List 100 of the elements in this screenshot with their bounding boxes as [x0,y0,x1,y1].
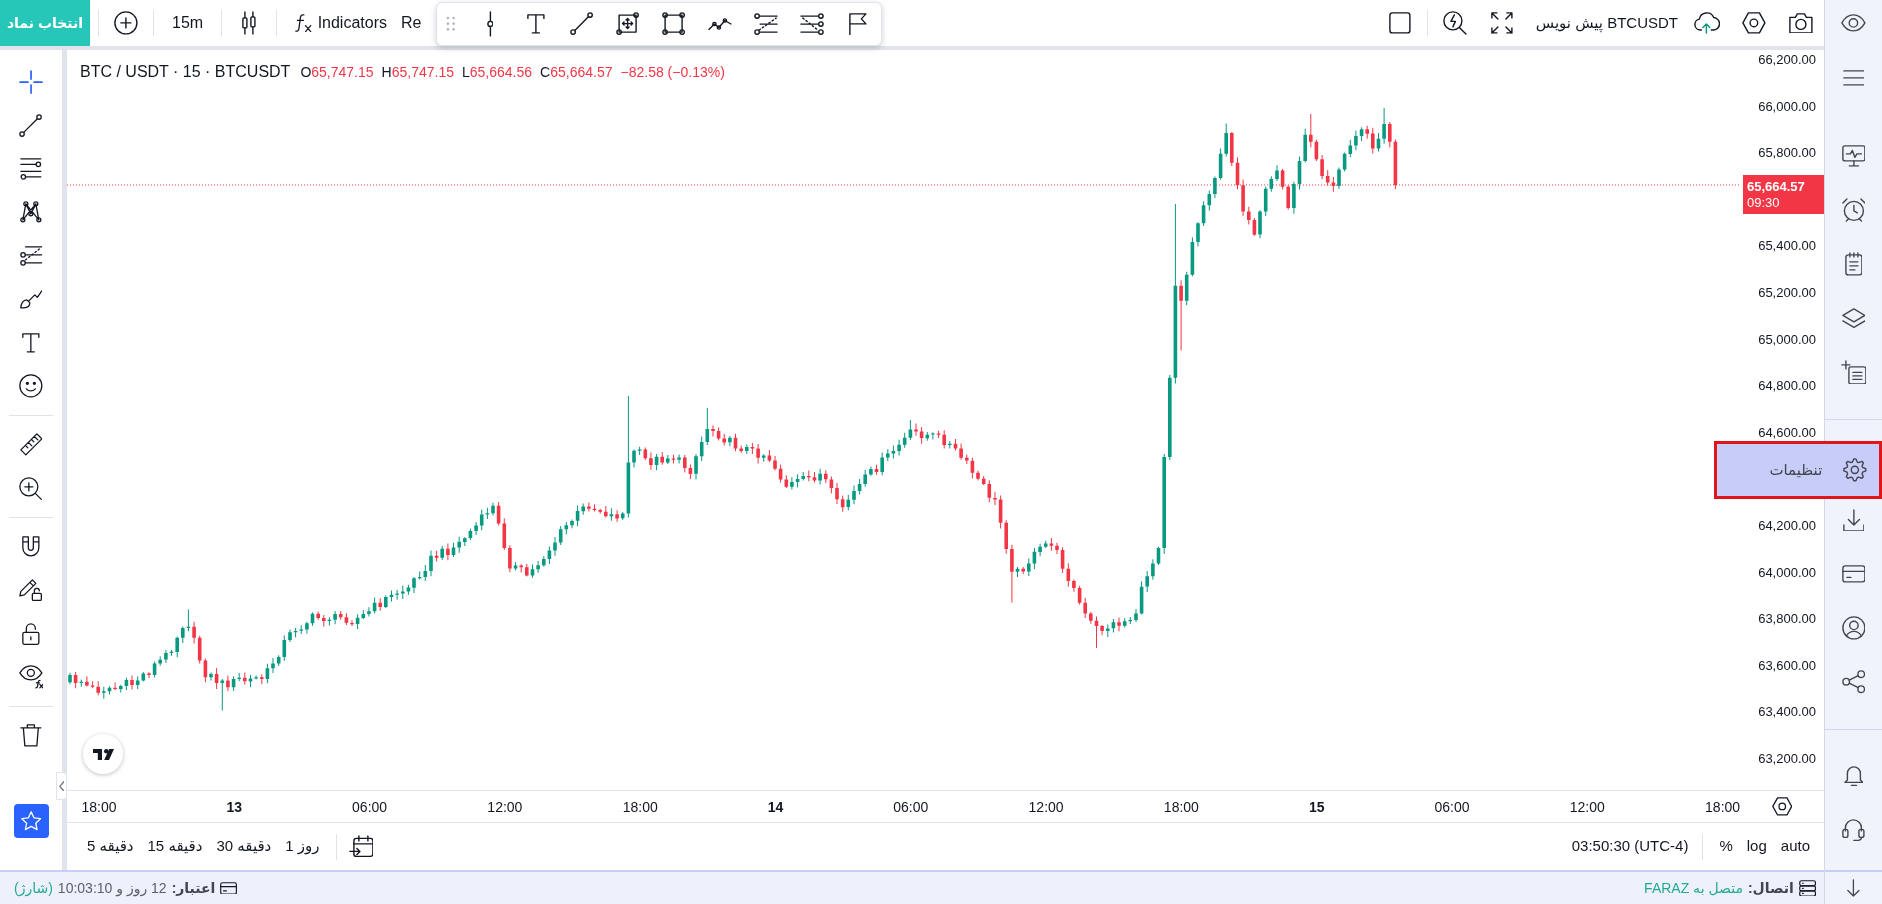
timezone-clock: 03:50:30 (UTC-4) [1570,836,1690,857]
timeframe-button[interactable]: 5 دقیقه [81,832,140,861]
cloud-upload-icon [1693,12,1721,34]
ohlc-value: 65,747.15 [391,62,454,82]
arrow-down-icon [1847,879,1860,897]
camera-icon [1789,12,1813,34]
scale-option-button[interactable]: % [1713,832,1739,861]
alarm-clock-icon [1841,198,1866,222]
price-axis-label: 65,800.00 [1758,146,1816,161]
fullscreen-icon [1490,12,1513,34]
date-axis-label: 14 [767,797,784,816]
text-tool-icon [527,14,545,34]
ohlc-label: H [381,62,392,82]
headset-icon [1842,818,1865,842]
rectangle-icon [662,12,686,36]
ohlc-value: 65,664.56 [469,62,533,82]
server-icon [1798,879,1816,897]
time-axis-label: 06:00 [1434,797,1470,816]
eye-icon [1841,14,1866,32]
price-axis-label: 64,800.00 [1758,379,1816,394]
interval-button[interactable]: 15m [162,4,214,42]
bell-icon [1843,765,1864,787]
price-axis-label: 65,400.00 [1758,239,1816,254]
axis-settings-button[interactable] [1769,795,1795,818]
plus-circle-icon [114,11,138,35]
calendar-arrow-icon [348,835,374,858]
settings-icon [1843,458,1867,482]
grip-icon[interactable] [446,16,456,32]
ohlc-label: O [300,62,312,82]
scale-option-button[interactable]: auto [1774,832,1816,861]
price-axis-label: 64,600.00 [1758,425,1816,440]
price-axis-label: 66,000.00 [1758,99,1816,114]
download-icon [1842,508,1865,532]
user-icon [1841,616,1866,640]
chart-logo-icon [83,734,123,774]
time-axis-label: 18:00 [1705,797,1741,816]
notepad-icon [1844,252,1863,276]
candlestick-icon [242,11,256,35]
go-to-date-button[interactable] [346,833,376,860]
price-axis-label: 65,000.00 [1758,332,1816,347]
star-icon [20,811,42,831]
ohlc-value: 65,747.15 [311,62,374,82]
indicators-button[interactable]: Indicators [285,4,395,42]
connection-value: متصل به FARAZ [1644,878,1743,898]
card-icon [1841,565,1866,583]
bar-countdown-text: 09:30 [1747,194,1781,211]
last-price-text: 65,664.57 [1747,178,1806,195]
credit-label: اعتبار: [171,878,216,898]
level-lines-icon [754,12,778,36]
price-axis-label: 63,200.00 [1758,752,1816,766]
lightning-search-icon [1442,11,1467,35]
date-axis-label: 13 [226,797,243,816]
hexagon-icon [1742,12,1766,34]
favorites-button[interactable] [13,804,49,838]
collapse-button[interactable] [56,772,67,800]
timeframe-button[interactable]: 30 دقیقه [210,832,278,861]
ohlc-value: 65,664.57 [550,62,613,82]
time-axis-label: 06:00 [893,797,929,816]
chevron-left-icon [58,780,65,792]
timeframe-button[interactable]: 15 دقیقه [141,832,209,861]
price-axis-label: 63,800.00 [1758,612,1816,627]
timeframe-button[interactable]: 1 روز [279,832,326,861]
menu-icon [1842,70,1865,86]
monitor-pulse-icon [1841,145,1866,167]
function-icon [295,13,312,33]
card-icon [220,881,238,895]
time-axis-label: 12:00 [487,797,523,816]
time-axis-label: 12:00 [1569,797,1605,816]
date-axis-label: 15 [1308,797,1325,816]
time-axis-label: 18:00 [1163,797,1199,816]
fan-lines-icon [800,12,824,36]
credit-value: 12 روز و 10:03:10 [57,878,167,899]
price-axis-label: 63,600.00 [1758,658,1816,673]
symbol-title: BTC / USDT · 15 · BTCUSDT [80,62,291,82]
price-axis-label: 64,000.00 [1758,565,1816,580]
toolbar-button[interactable]: Re [395,4,422,42]
price-axis-label: 64,200.00 [1758,519,1816,533]
time-axis-label: 06:00 [352,797,388,816]
time-axis-label: 18:00 [81,797,117,816]
price-change: −82.58 (−0.13%) [620,62,725,82]
ohlc-label: L [462,62,470,82]
trend-line-icon [570,12,594,36]
time-axis-label: 18:00 [622,797,658,816]
add-list-icon [1840,359,1867,385]
hexagon-icon [1771,797,1793,816]
connection-label: اتصال: [1747,878,1794,898]
settings-button[interactable]: تنظیمات [1714,441,1882,499]
flag-icon [849,12,867,36]
price-axis-label: 63,400.00 [1758,705,1816,720]
ohlc-label: C [540,62,551,82]
vertical-line-icon [486,11,494,37]
price-axis-label: 66,200.00 [1758,53,1816,67]
polyline-icon [708,17,732,31]
price-axis-label: 65,200.00 [1758,286,1816,300]
crosshair-box-icon [616,12,640,36]
scale-option-button[interactable]: log [1740,832,1773,861]
share-icon [1841,670,1866,694]
layout-name-button[interactable]: BTCUSDT پیش نویس [1531,4,1682,42]
time-axis-label: 12:00 [1028,797,1064,816]
layers-icon [1841,307,1866,329]
